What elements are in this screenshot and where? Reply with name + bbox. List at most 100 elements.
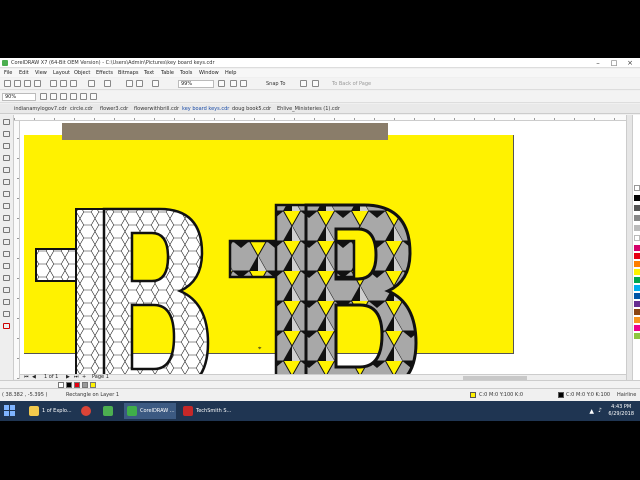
freehand-tool-icon[interactable] bbox=[3, 167, 10, 173]
swatch-cyan[interactable] bbox=[634, 285, 640, 291]
menu-tools[interactable]: Tools bbox=[180, 70, 192, 76]
outline-pen-icon[interactable] bbox=[3, 323, 10, 329]
menu-layout[interactable]: Layout bbox=[53, 70, 70, 76]
polygon-tool-icon[interactable] bbox=[3, 215, 10, 221]
taskbar-explorer[interactable]: 1 of Explo... bbox=[26, 403, 74, 419]
grid-icon[interactable] bbox=[240, 80, 247, 87]
options-icon[interactable] bbox=[300, 80, 307, 87]
swatch-purple[interactable] bbox=[634, 301, 640, 307]
export-icon[interactable] bbox=[136, 80, 143, 87]
taskbar-techsmith[interactable]: TechSmith S... bbox=[180, 403, 232, 419]
swatch-black[interactable] bbox=[634, 195, 640, 201]
menu-bitmaps[interactable]: Bitmaps bbox=[118, 70, 139, 76]
open-icon[interactable] bbox=[14, 80, 21, 87]
full-screen-icon[interactable] bbox=[218, 80, 225, 87]
zoom-selected-icon[interactable] bbox=[60, 93, 67, 100]
zoom-in-icon[interactable] bbox=[40, 93, 47, 100]
swatch-orange[interactable] bbox=[634, 261, 640, 267]
swatch-magenta[interactable] bbox=[634, 245, 640, 251]
menu-effects[interactable]: Effects bbox=[96, 70, 113, 76]
swatch-light-orange[interactable] bbox=[634, 317, 640, 323]
menu-object[interactable]: Object bbox=[74, 70, 90, 76]
parallel-dimension-icon[interactable] bbox=[3, 239, 10, 245]
transparency-tool-icon[interactable] bbox=[3, 275, 10, 281]
coreldraw-app-icon[interactable] bbox=[2, 60, 8, 66]
doc-tab-3[interactable]: flower3.cdr bbox=[100, 106, 128, 112]
zoom-all-icon[interactable] bbox=[70, 93, 77, 100]
zoom-level-field[interactable]: 99% bbox=[178, 80, 214, 88]
taskbar-coreldraw[interactable]: CorelDRAW ... bbox=[124, 403, 176, 419]
zoom-tool-icon[interactable] bbox=[3, 155, 10, 161]
menu-table[interactable]: Table bbox=[161, 70, 174, 76]
doc-tab-5-active[interactable]: key board keys.cdr bbox=[182, 106, 229, 112]
text-tool-icon[interactable] bbox=[3, 227, 10, 233]
fill-color-indicator[interactable] bbox=[470, 392, 476, 398]
import-icon[interactable] bbox=[126, 80, 133, 87]
doc-tab-1[interactable]: indianamylogov7.cdr bbox=[14, 106, 67, 112]
save-icon[interactable] bbox=[24, 80, 31, 87]
rectangle-tool-icon[interactable] bbox=[3, 191, 10, 197]
swatch-lime[interactable] bbox=[634, 333, 640, 339]
zoom-page-icon[interactable] bbox=[80, 93, 87, 100]
to-back-of-page-button[interactable]: To Back of Page bbox=[332, 81, 371, 87]
copy-icon[interactable] bbox=[60, 80, 67, 87]
new-icon[interactable] bbox=[4, 80, 11, 87]
interactive-fill-icon[interactable] bbox=[3, 299, 10, 305]
swatch-brown[interactable] bbox=[634, 309, 640, 315]
redo-icon[interactable] bbox=[104, 80, 111, 87]
swatch-red[interactable] bbox=[634, 253, 640, 259]
undo-icon[interactable] bbox=[88, 80, 95, 87]
start-button[interactable] bbox=[4, 405, 16, 417]
crop-tool-icon[interactable] bbox=[3, 143, 10, 149]
ellipse-tool-icon[interactable] bbox=[3, 203, 10, 209]
connector-tool-icon[interactable] bbox=[3, 251, 10, 257]
drop-shadow-icon[interactable] bbox=[3, 263, 10, 269]
taskbar-app[interactable] bbox=[100, 403, 118, 419]
print-icon[interactable] bbox=[34, 80, 41, 87]
application-launcher-icon[interactable] bbox=[312, 80, 319, 87]
eyedropper-tool-icon[interactable] bbox=[3, 287, 10, 293]
left-letter-b[interactable] bbox=[35, 207, 210, 379]
outline-color-indicator[interactable] bbox=[558, 392, 564, 398]
menu-window[interactable]: Window bbox=[199, 70, 219, 76]
network-icon[interactable]: ▲ bbox=[589, 408, 594, 415]
doc-tab-2[interactable]: circle.cdr bbox=[70, 106, 93, 112]
close-button[interactable]: × bbox=[622, 58, 638, 68]
swatch-gray-70[interactable] bbox=[634, 205, 640, 211]
menu-file[interactable]: File bbox=[4, 70, 12, 76]
snap-to-dropdown[interactable]: Snap To bbox=[266, 81, 285, 87]
swatch-white[interactable] bbox=[634, 235, 640, 241]
menu-text[interactable]: Text bbox=[144, 70, 154, 76]
pick-tool-icon[interactable] bbox=[3, 119, 10, 125]
zoom-out-icon[interactable] bbox=[50, 93, 57, 100]
drawing-canvas[interactable]: ⌖ bbox=[20, 121, 626, 379]
artistic-media-icon[interactable] bbox=[3, 179, 10, 185]
cut-icon[interactable] bbox=[50, 80, 57, 87]
menu-view[interactable]: View bbox=[35, 70, 47, 76]
doc-tab-7[interactable]: Ehlive_Ministeries (1).cdr bbox=[277, 106, 340, 112]
doc-tab-6[interactable]: doug book5.cdr bbox=[232, 106, 271, 112]
maximize-button[interactable]: □ bbox=[606, 58, 622, 68]
swatch-green[interactable] bbox=[634, 277, 640, 283]
zoom-select[interactable]: 90% bbox=[2, 93, 36, 101]
taskbar-chrome[interactable] bbox=[78, 403, 96, 419]
rulers-icon[interactable] bbox=[230, 80, 237, 87]
publish-pdf-icon[interactable] bbox=[152, 80, 159, 87]
menu-edit[interactable]: Edit bbox=[19, 70, 29, 76]
volume-icon[interactable]: ♪ bbox=[598, 407, 602, 414]
doc-tab-4[interactable]: flowerwithbrill.cdr bbox=[134, 106, 179, 112]
swatch-gray-30[interactable] bbox=[634, 225, 640, 231]
paste-icon[interactable] bbox=[70, 80, 77, 87]
swatch-none[interactable] bbox=[634, 185, 640, 191]
swatch-pink[interactable] bbox=[634, 325, 640, 331]
taskbar-clock[interactable]: 4:43 PM 6/29/2018 bbox=[608, 404, 634, 418]
swatch-gray-50[interactable] bbox=[634, 215, 640, 221]
outline-info: C:0 M:0 Y:0 K:100 bbox=[566, 392, 611, 398]
swatch-yellow[interactable] bbox=[634, 269, 640, 275]
smart-fill-icon[interactable] bbox=[3, 311, 10, 317]
minimize-button[interactable]: – bbox=[590, 58, 606, 68]
swatch-blue[interactable] bbox=[634, 293, 640, 299]
menu-help[interactable]: Help bbox=[225, 70, 236, 76]
zoom-width-icon[interactable] bbox=[90, 93, 97, 100]
shape-tool-icon[interactable] bbox=[3, 131, 10, 137]
